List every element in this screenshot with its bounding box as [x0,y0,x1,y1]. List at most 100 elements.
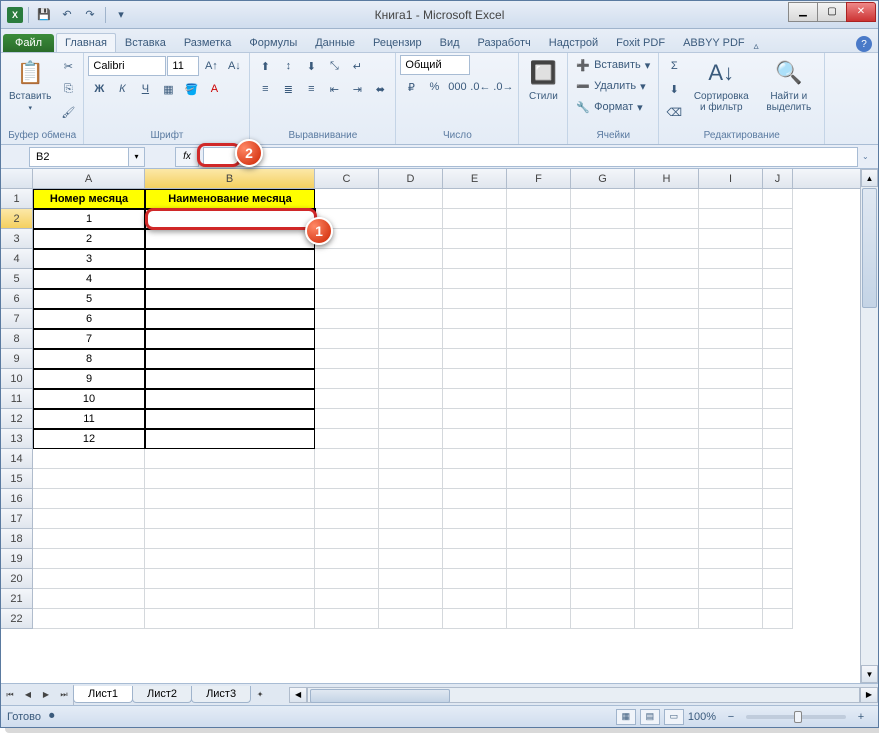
cell[interactable] [571,269,635,289]
cell[interactable] [699,469,763,489]
cell[interactable] [571,609,635,629]
cell[interactable]: 12 [33,429,145,449]
column-header[interactable]: B [145,169,315,188]
cell[interactable] [763,369,793,389]
cell[interactable] [315,369,379,389]
ribbon-tab[interactable]: Надстрой [540,33,607,52]
cell[interactable] [145,409,315,429]
cell[interactable] [379,269,443,289]
cell[interactable] [379,289,443,309]
select-all-corner[interactable] [1,169,33,188]
cell[interactable] [571,249,635,269]
ribbon-tab[interactable]: Foxit PDF [607,33,674,52]
cell[interactable] [571,509,635,529]
cell[interactable] [763,529,793,549]
font-name-combo[interactable]: Calibri [88,56,166,76]
row-header[interactable]: 11 [1,389,33,409]
cell[interactable] [699,609,763,629]
cell[interactable]: 5 [33,289,145,309]
cell[interactable] [635,489,699,509]
column-header[interactable]: H [635,169,699,188]
number-format-combo[interactable]: Общий [400,55,470,75]
cell[interactable] [315,309,379,329]
cell[interactable] [33,549,145,569]
cell[interactable] [145,609,315,629]
view-pagebreak-icon[interactable]: ▭ [664,709,684,725]
cell[interactable] [699,449,763,469]
cell[interactable] [507,189,571,209]
cell[interactable] [145,489,315,509]
font-size-combo[interactable]: 11 [167,56,199,76]
cell[interactable] [635,589,699,609]
cell[interactable] [635,309,699,329]
cell[interactable] [571,309,635,329]
cell[interactable] [379,389,443,409]
cell[interactable] [571,429,635,449]
cell[interactable] [763,329,793,349]
cell[interactable] [763,269,793,289]
cell[interactable] [379,429,443,449]
row-header[interactable]: 2 [1,209,33,229]
cell[interactable] [443,549,507,569]
cell[interactable] [635,409,699,429]
cell[interactable] [379,569,443,589]
row-header[interactable]: 12 [1,409,33,429]
cell[interactable]: 10 [33,389,145,409]
sheet-nav-first-icon[interactable]: ⏮ [1,685,19,705]
cell[interactable] [315,289,379,309]
row-header[interactable]: 13 [1,429,33,449]
cell[interactable] [571,289,635,309]
cell[interactable] [145,529,315,549]
cell[interactable] [315,489,379,509]
cell[interactable] [635,569,699,589]
column-header[interactable]: I [699,169,763,188]
cell[interactable] [763,549,793,569]
cell[interactable] [443,609,507,629]
cell[interactable] [507,469,571,489]
column-header[interactable]: F [507,169,571,188]
cell[interactable]: 4 [33,269,145,289]
increase-indent-icon[interactable]: ⇥ [346,78,368,100]
cell[interactable] [379,549,443,569]
cell[interactable] [379,309,443,329]
cell[interactable] [571,549,635,569]
cell[interactable] [635,449,699,469]
cell[interactable] [635,369,699,389]
cell[interactable] [763,189,793,209]
cell[interactable] [145,329,315,349]
cell[interactable]: 6 [33,309,145,329]
cell[interactable] [443,569,507,589]
zoom-level[interactable]: 100% [688,711,716,723]
row-header[interactable]: 15 [1,469,33,489]
cell[interactable] [507,349,571,369]
cell[interactable] [145,269,315,289]
cell[interactable] [507,529,571,549]
align-center-icon[interactable]: ≣ [277,78,299,100]
maximize-button[interactable]: ▢ [817,2,847,22]
ribbon-tab[interactable]: ABBYY PDF [674,33,754,52]
qat-customize-icon[interactable]: ▾ [111,5,131,25]
cell[interactable] [699,509,763,529]
cell[interactable] [571,489,635,509]
scroll-up-icon[interactable]: ▲ [861,169,878,187]
cell[interactable] [379,449,443,469]
cell[interactable] [635,429,699,449]
worksheet-grid[interactable]: 1Номер месяцаНаименование месяца21324354… [1,189,860,683]
cell[interactable]: 3 [33,249,145,269]
cell[interactable] [507,569,571,589]
cell[interactable] [379,469,443,489]
cell[interactable] [571,449,635,469]
row-header[interactable]: 3 [1,229,33,249]
cell[interactable] [33,489,145,509]
cell[interactable] [379,609,443,629]
cell[interactable] [635,469,699,489]
cell[interactable] [763,349,793,369]
cell[interactable] [507,209,571,229]
cell[interactable] [763,209,793,229]
cell[interactable] [763,389,793,409]
cell[interactable] [315,529,379,549]
save-icon[interactable]: 💾 [34,5,54,25]
column-header[interactable]: E [443,169,507,188]
column-header[interactable]: J [763,169,793,188]
horizontal-scrollbar[interactable]: ◀ ▶ [289,687,878,703]
